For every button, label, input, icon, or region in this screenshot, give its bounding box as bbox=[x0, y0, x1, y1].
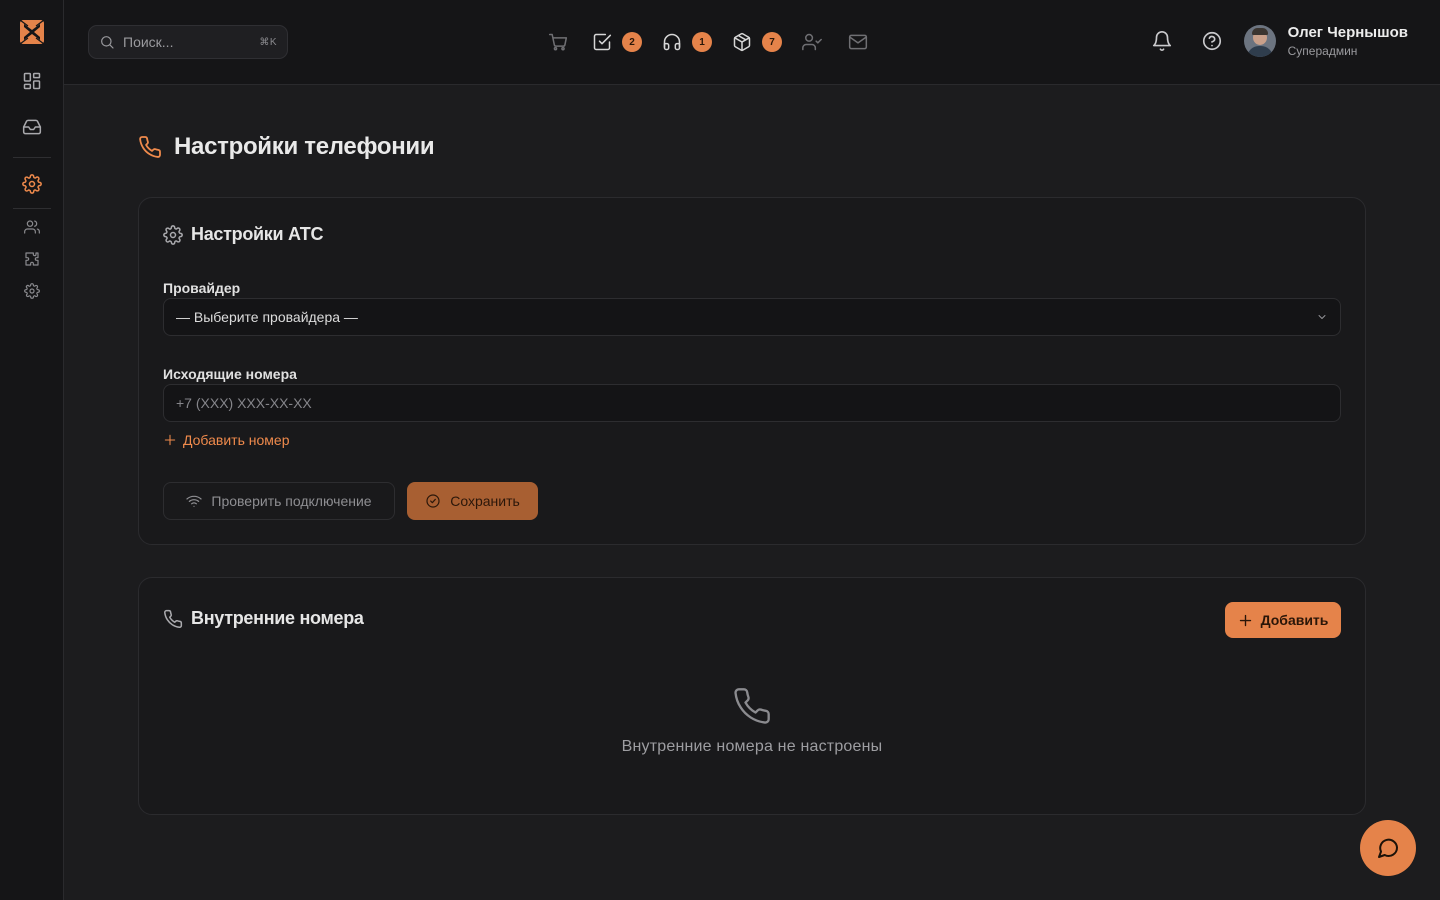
notifications-button[interactable] bbox=[1148, 27, 1176, 55]
ats-settings-heading: Настройки АТС bbox=[191, 224, 324, 244]
headphones-icon bbox=[663, 33, 681, 51]
phone-icon bbox=[139, 136, 161, 158]
header-right: Олег Чернышов Суперадмин bbox=[1148, 24, 1408, 58]
support-button[interactable]: 1 bbox=[662, 32, 712, 52]
user-name: Олег Чернышов bbox=[1287, 24, 1408, 41]
phone-icon bbox=[164, 609, 183, 628]
sidebar-item-inbox[interactable] bbox=[14, 109, 50, 145]
help-button[interactable] bbox=[1198, 27, 1226, 55]
search-shortcut: ⌘K bbox=[259, 36, 277, 48]
ats-settings-card: Настройки АТС Провайдер — Выберите прова… bbox=[138, 197, 1366, 545]
cart-icon bbox=[548, 33, 568, 51]
search-input[interactable] bbox=[123, 34, 243, 50]
sidebar-item-integrations[interactable] bbox=[14, 243, 50, 275]
check-circle-icon bbox=[426, 494, 440, 508]
gear-icon bbox=[21, 174, 42, 194]
orders-button[interactable]: 7 bbox=[732, 32, 782, 52]
page-title-text: Настройки телефонии bbox=[174, 133, 435, 160]
outgoing-numbers-label: Исходящие номера bbox=[163, 366, 297, 382]
sidebar-item-system-settings[interactable] bbox=[14, 275, 50, 307]
search-icon bbox=[101, 36, 114, 49]
gear-icon bbox=[23, 283, 40, 299]
sidebar-divider bbox=[12, 157, 51, 158]
tasks-button[interactable]: 2 bbox=[592, 32, 642, 52]
check-connection-label: Проверить подключение bbox=[211, 493, 372, 509]
checkbox-icon bbox=[593, 33, 612, 51]
help-circle-icon bbox=[1202, 31, 1221, 51]
mail-icon bbox=[848, 34, 868, 50]
chat-button[interactable] bbox=[1360, 820, 1416, 876]
outgoing-number-input[interactable] bbox=[163, 384, 1341, 422]
sidebar-item-users[interactable] bbox=[14, 211, 50, 243]
user-check-icon bbox=[802, 33, 822, 51]
add-number-link[interactable]: Добавить номер bbox=[163, 432, 289, 448]
gear-icon bbox=[163, 224, 183, 245]
user-menu[interactable]: Олег Чернышов Суперадмин bbox=[1243, 24, 1408, 58]
internal-numbers-title: Внутренние номера bbox=[163, 608, 364, 629]
internal-numbers-heading: Внутренние номера bbox=[191, 608, 364, 628]
sidebar-divider bbox=[12, 208, 51, 209]
plus-icon bbox=[1239, 614, 1251, 626]
chat-bubble-icon bbox=[1378, 838, 1399, 858]
page-title: Настройки телефонии bbox=[138, 133, 435, 161]
provider-select[interactable]: — Выберите провайдера — bbox=[163, 298, 1341, 336]
orders-badge: 7 bbox=[762, 32, 782, 52]
dashboard-grid-icon bbox=[23, 72, 40, 90]
support-badge: 1 bbox=[692, 32, 712, 52]
plus-icon bbox=[164, 434, 176, 446]
phone-icon bbox=[734, 688, 770, 724]
add-label: Добавить bbox=[1260, 612, 1329, 628]
users-icon bbox=[23, 220, 40, 234]
mail-button[interactable] bbox=[848, 32, 868, 52]
avatar bbox=[1243, 25, 1276, 57]
chevron-down-icon bbox=[1318, 315, 1326, 319]
tasks-badge: 2 bbox=[622, 32, 642, 52]
puzzle-icon bbox=[24, 252, 39, 266]
logo-icon[interactable] bbox=[19, 19, 45, 45]
provider-select-value: — Выберите провайдера — bbox=[176, 309, 358, 325]
add-number-label: Добавить номер bbox=[183, 432, 290, 448]
cart-button[interactable] bbox=[548, 32, 568, 52]
inbox-tray-icon bbox=[22, 119, 41, 135]
provider-label: Провайдер bbox=[163, 280, 241, 296]
internal-numbers-card: Внутренние номера Добавить Внутренние но… bbox=[138, 577, 1366, 815]
quick-actions: 2 1 7 bbox=[548, 28, 888, 56]
sidebar-item-settings[interactable] bbox=[14, 166, 50, 202]
check-connection-button[interactable]: Проверить подключение bbox=[163, 482, 395, 520]
approvals-button[interactable] bbox=[802, 32, 822, 52]
search-box[interactable]: ⌘K bbox=[88, 25, 288, 59]
save-label: Сохранить bbox=[450, 493, 520, 509]
empty-state: Внутренние номера не настроены bbox=[139, 686, 1365, 756]
sidebar bbox=[0, 0, 64, 900]
bell-icon bbox=[1152, 31, 1171, 51]
user-role: Суперадмин bbox=[1287, 44, 1358, 58]
package-icon bbox=[733, 32, 751, 52]
empty-state-text: Внутренние номера не настроены bbox=[621, 738, 883, 755]
add-internal-number-button[interactable]: Добавить bbox=[1225, 602, 1341, 638]
wifi-icon bbox=[186, 495, 203, 507]
save-button[interactable]: Сохранить bbox=[407, 482, 538, 520]
sidebar-item-dashboard[interactable] bbox=[14, 63, 50, 99]
ats-settings-title: Настройки АТС bbox=[163, 224, 323, 245]
top-header: ⌘K 2 1 7 bbox=[64, 0, 1440, 85]
